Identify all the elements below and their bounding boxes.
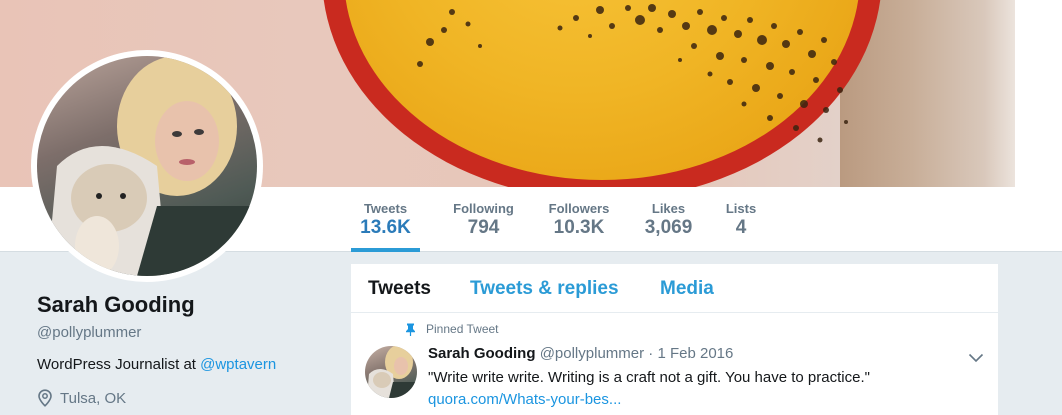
profile-avatar[interactable]	[31, 50, 263, 282]
profile-bio-text: WordPress Journalist at	[37, 356, 201, 373]
tweet-header: Sarah Gooding @pollyplummer · 1 Feb 2016	[428, 345, 733, 362]
pinned-tweet-context: Pinned Tweet	[405, 322, 499, 336]
profile-avatar-photo	[37, 56, 257, 276]
pinned-tweet[interactable]: Pinned Tweet Sarah Gooding @pollyplummer…	[351, 314, 998, 415]
tweet-author-name[interactable]: Sarah Gooding	[428, 345, 536, 362]
stat-lists[interactable]: Lists 4	[722, 187, 760, 252]
tab-tweets-replies[interactable]: Tweets & replies	[470, 278, 619, 300]
stat-lists-value: 4	[735, 217, 747, 238]
tweet-separator: ·	[648, 345, 654, 362]
stat-following[interactable]: Following 794	[447, 187, 520, 252]
stat-followers-value: 10.3K	[553, 217, 605, 238]
pin-icon	[406, 323, 415, 336]
profile-bio-link[interactable]: @wptavern	[200, 356, 276, 373]
stat-following-value: 794	[467, 217, 500, 238]
chevron-down-icon	[968, 353, 984, 363]
profile-name[interactable]: Sarah Gooding	[37, 292, 337, 318]
tweet-actions-button[interactable]	[968, 350, 984, 368]
profile-bio: WordPress Journalist at @wptavern	[37, 356, 337, 373]
profile-handle[interactable]: @pollyplummer	[37, 324, 337, 341]
stat-likes-value: 3,069	[644, 217, 693, 238]
stat-following-label: Following	[453, 201, 514, 216]
stat-tweets[interactable]: Tweets 13.6K	[351, 187, 420, 252]
tweet-text: "Write write write. Writing is a craft n…	[428, 369, 870, 386]
tweet-date[interactable]: 1 Feb 2016	[657, 345, 733, 362]
tweet-author-handle[interactable]: @pollyplummer	[540, 345, 644, 362]
stat-tweets-value: 13.6K	[360, 217, 411, 238]
tweet-author-avatar[interactable]	[365, 346, 417, 398]
stat-likes-label: Likes	[651, 201, 686, 216]
tab-media[interactable]: Media	[660, 278, 714, 300]
timeline-panel: Tweets Tweets & replies Media Pinned Twe…	[351, 264, 998, 415]
stat-lists-label: Lists	[725, 201, 757, 216]
location-pin-icon	[38, 389, 52, 407]
stat-followers-label: Followers	[548, 201, 610, 216]
pinned-tweet-label: Pinned Tweet	[426, 322, 499, 336]
stat-likes[interactable]: Likes 3,069	[640, 187, 697, 252]
stat-followers[interactable]: Followers 10.3K	[544, 187, 614, 252]
tweet-link[interactable]: quora.com/Whats-your-bes...	[428, 391, 621, 408]
profile-location: Tulsa, OK	[37, 389, 337, 407]
timeline-tabs: Tweets Tweets & replies Media	[351, 264, 998, 313]
tab-tweets[interactable]: Tweets	[368, 278, 431, 300]
profile-location-text: Tulsa, OK	[60, 389, 127, 407]
profile-info: Sarah Gooding @pollyplummer WordPress Jo…	[37, 292, 337, 407]
stat-tweets-label: Tweets	[363, 201, 408, 216]
